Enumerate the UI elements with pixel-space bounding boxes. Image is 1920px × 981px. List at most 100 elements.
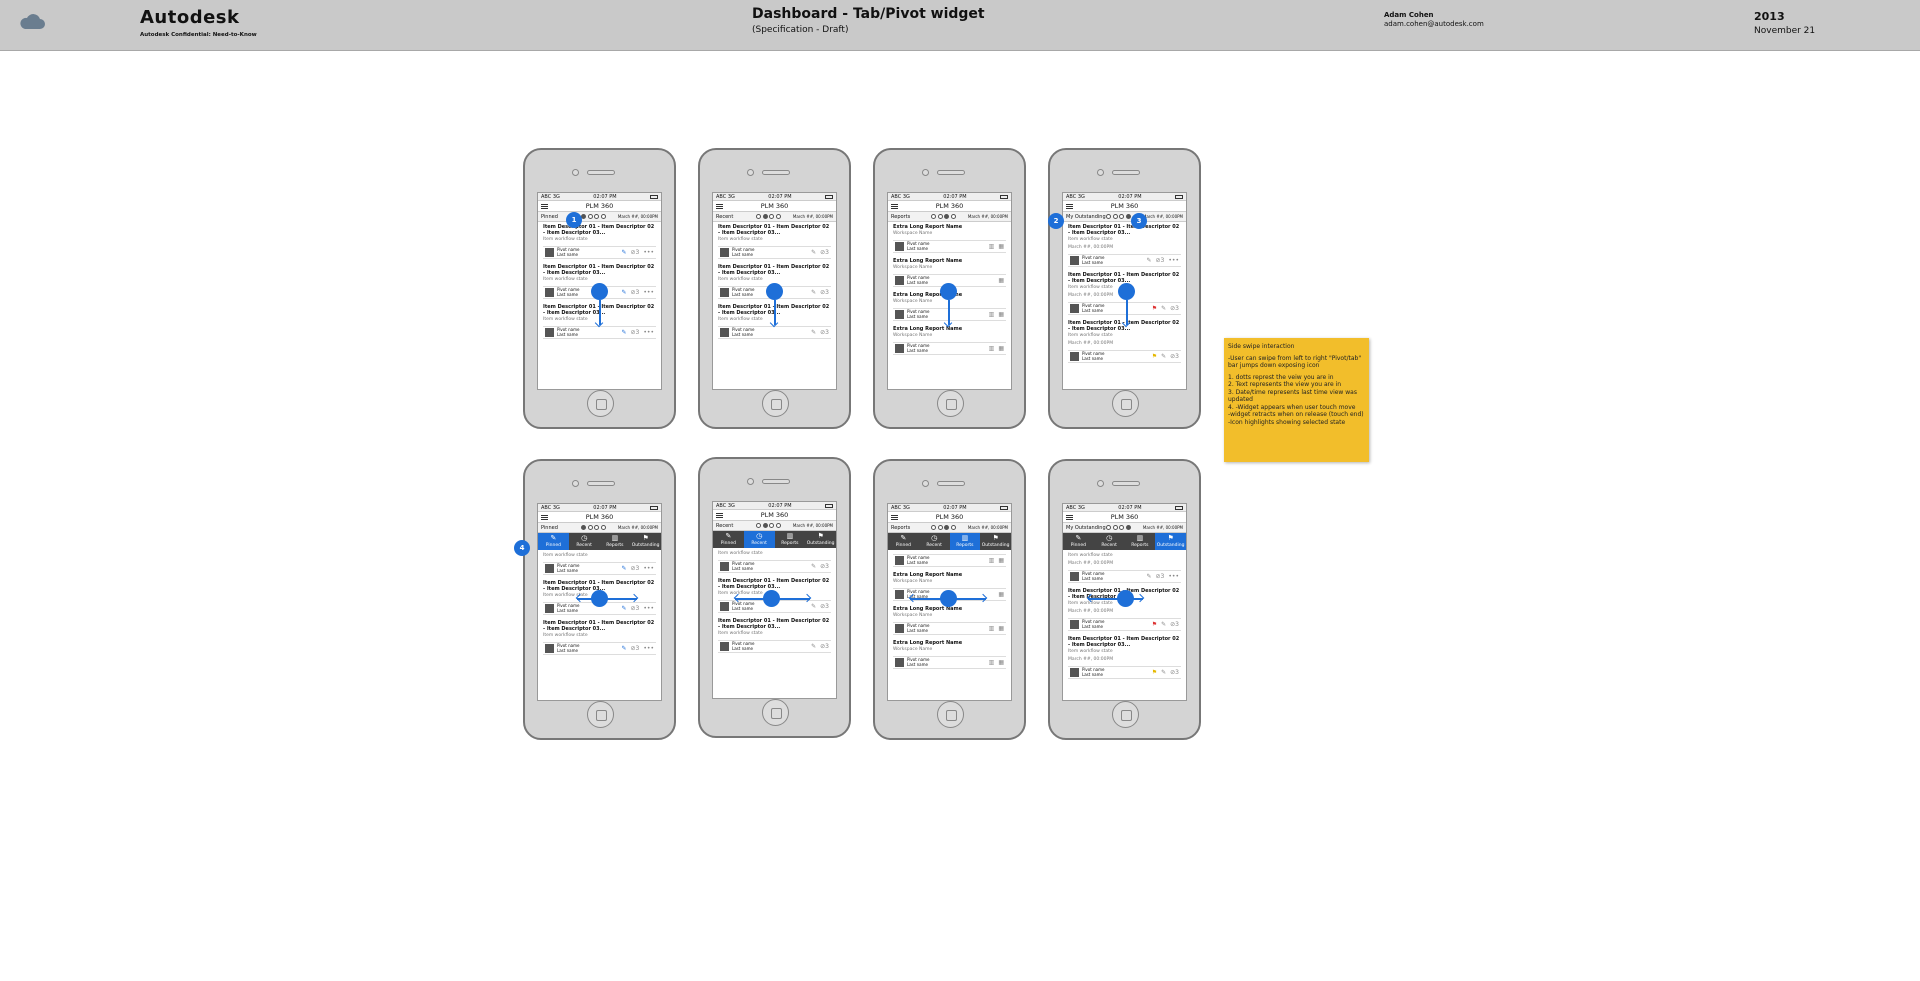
pin-icon[interactable]: ✎ [811,643,816,650]
pin-icon[interactable]: ✎ [621,645,626,652]
tab-outstanding[interactable]: ⚑ Outstanding [1155,533,1186,550]
grid-icon[interactable]: ▦ [998,659,1004,666]
grid-icon[interactable]: ▦ [998,311,1004,318]
bar-chart-icon[interactable]: ▥ [989,625,995,632]
list-item[interactable]: Item workflow state March ##, 00:00PM Pi… [1063,550,1186,583]
tab-outstanding[interactable]: ⚑ Outstanding [980,533,1011,550]
tab-outstanding[interactable]: ⚑ Outstanding [805,531,836,548]
bar-chart-icon[interactable]: ▥ [989,345,995,352]
report-item[interactable]: Extra Long Report Name Workspace Name Pi… [888,324,1011,355]
tab-reports[interactable]: ▥ Reports [1125,533,1156,550]
pin-icon[interactable]: ✎ [811,249,816,256]
tab-reports[interactable]: ▥ Reports [600,533,631,550]
pin-icon[interactable]: ✎ [811,289,816,296]
tab-recent[interactable]: ◷ Recent [569,533,600,550]
tab-recent[interactable]: ◷ Recent [919,533,950,550]
tab-reports[interactable]: ▥ Reports [949,533,981,550]
more-icon[interactable]: ••• [643,249,654,256]
pin-icon[interactable]: ✎ [621,605,626,612]
bar-chart-icon[interactable]: ▥ [989,557,995,564]
menu-icon[interactable] [541,515,548,520]
menu-icon[interactable] [716,204,723,209]
flag-icon[interactable]: ⚑ [1152,353,1157,360]
flag-icon[interactable]: ⚑ [1152,305,1157,312]
pin-icon[interactable]: ✎ [621,249,626,256]
tab-recent[interactable]: ◷ Recent [743,531,775,548]
bar-chart-icon[interactable]: ▥ [989,311,995,318]
pivot-bar[interactable]: Pinned March ##, 00:00PM [538,523,661,533]
home-button[interactable] [762,390,789,417]
home-button[interactable] [937,701,964,728]
more-icon[interactable]: ••• [1168,573,1179,580]
home-button[interactable] [587,390,614,417]
tab-outstanding[interactable]: ⚑ Outstanding [630,533,661,550]
grid-icon[interactable]: ▦ [998,625,1004,632]
pivot-bar[interactable]: My Outstanding March ##, 00:00PM [1063,212,1186,222]
menu-icon[interactable] [891,515,898,520]
menu-icon[interactable] [1066,515,1073,520]
tab-pinned[interactable]: ✎ Pinned [888,533,919,550]
grid-icon[interactable]: ▦ [998,557,1004,564]
pin-icon[interactable]: ✎ [1146,257,1151,264]
pin-icon[interactable]: ✎ [1161,305,1166,312]
list-item[interactable]: Item Descriptor 01 - Item Descriptor 02 … [713,222,836,259]
tab-recent[interactable]: ◷ Recent [1094,533,1125,550]
pin-icon[interactable]: ✎ [1161,669,1166,676]
pin-icon[interactable]: ✎ [811,563,816,570]
pin-icon[interactable]: ✎ [621,329,626,336]
home-button[interactable] [1112,390,1139,417]
tab-pinned[interactable]: ✎ Pinned [1063,533,1094,550]
pin-icon[interactable]: ✎ [1161,353,1166,360]
menu-icon[interactable] [1066,204,1073,209]
pin-icon[interactable]: ✎ [811,603,816,610]
grid-icon[interactable]: ▦ [998,277,1004,284]
pin-icon[interactable]: ✎ [1146,573,1151,580]
list-item[interactable]: Item workflow state Pivot name Last name … [538,550,661,575]
grid-icon[interactable]: ▦ [998,243,1004,250]
more-icon[interactable]: ••• [643,289,654,296]
tab-pinned[interactable]: ✎ Pinned [538,533,569,550]
pivot-bar[interactable]: Reports March ##, 00:00PM [888,212,1011,222]
pin-icon[interactable]: ✎ [621,565,626,572]
menu-icon[interactable] [716,513,723,518]
report-item[interactable]: Extra Long Report Name Workspace Name Pi… [888,604,1011,635]
list-item[interactable]: Item Descriptor 01 - Item Descriptor 02 … [713,616,836,653]
more-icon[interactable]: ••• [643,645,654,652]
menu-icon[interactable] [891,204,898,209]
pivot-bar[interactable]: Recent March ##, 00:00PM [713,521,836,531]
list-item[interactable]: Item Descriptor 01 - Item Descriptor 02 … [1063,222,1186,267]
flag-icon[interactable]: ⚑ [1152,621,1157,628]
report-item[interactable]: Pivot name Last name ▥ ▦ [888,550,1011,567]
home-button[interactable] [762,699,789,726]
pin-icon[interactable]: ✎ [1161,621,1166,628]
list-item[interactable]: Item Descriptor 01 - Item Descriptor 02 … [538,222,661,259]
avatar [895,344,904,353]
menu-icon[interactable] [541,204,548,209]
list-item[interactable]: Item Descriptor 01 - Item Descriptor 02 … [1063,634,1186,679]
grid-icon[interactable]: ▦ [998,591,1004,598]
grid-icon[interactable]: ▦ [998,345,1004,352]
pivot-bar[interactable]: My Outstanding March ##, 00:00PM [1063,523,1186,533]
flag-icon[interactable]: ⚑ [1152,669,1157,676]
bar-chart-icon[interactable]: ▥ [989,243,995,250]
home-button[interactable] [1112,701,1139,728]
camera-icon [747,478,754,485]
tab-reports[interactable]: ▥ Reports [775,531,806,548]
pivot-bar[interactable]: Recent March ##, 00:00PM [713,212,836,222]
bar-chart-icon[interactable]: ▥ [989,659,995,666]
report-item[interactable]: Extra Long Report Name Workspace Name Pi… [888,222,1011,253]
home-button[interactable] [587,701,614,728]
more-icon[interactable]: ••• [1168,257,1179,264]
tab-pinned[interactable]: ✎ Pinned [713,531,744,548]
list-item[interactable]: Item Descriptor 01 - Item Descriptor 02 … [538,618,661,655]
pivot-bar[interactable]: Reports March ##, 00:00PM [888,523,1011,533]
list-item[interactable]: Item workflow state Pivot name Last name … [713,548,836,573]
more-icon[interactable]: ••• [643,329,654,336]
more-icon[interactable]: ••• [643,605,654,612]
pin-icon[interactable]: ✎ [811,329,816,336]
pivot-bar[interactable]: Pinned March ##, 00:00PM [538,212,661,222]
report-item[interactable]: Extra Long Report Name Workspace Name Pi… [888,638,1011,669]
pin-icon[interactable]: ✎ [621,289,626,296]
home-button[interactable] [937,390,964,417]
more-icon[interactable]: ••• [643,565,654,572]
